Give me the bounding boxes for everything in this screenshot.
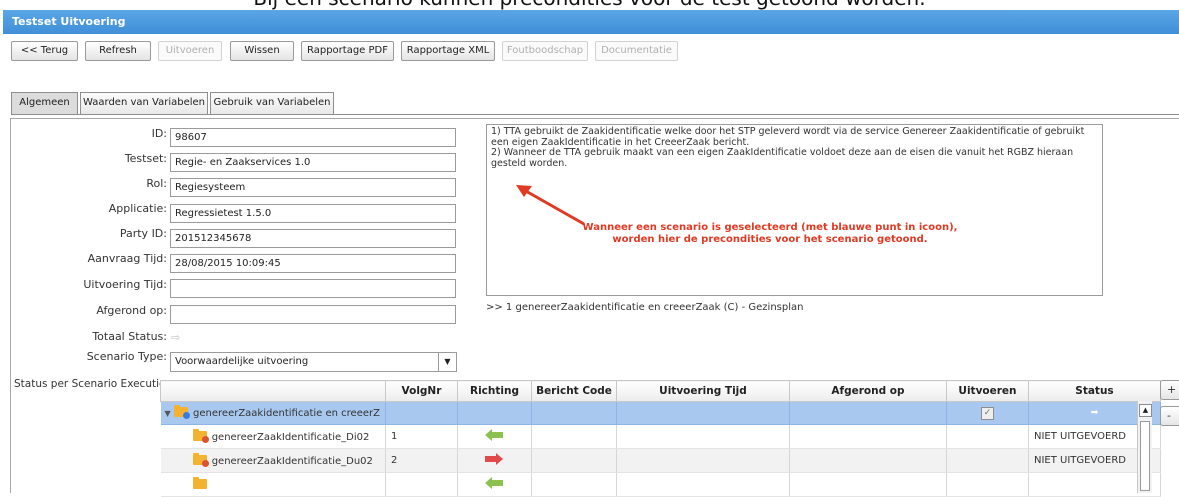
tab-waarden-van-variabelen[interactable]: Waarden van Variabelen <box>80 92 208 114</box>
totaal-status-label: Totaal Status: <box>92 330 167 343</box>
testset-field[interactable]: Regie- en Zaakservices 1.0 <box>170 153 456 172</box>
uitvoering-tijd-label: Uitvoering Tijd: <box>83 278 167 291</box>
rol-field[interactable]: Regiesysteem <box>170 178 456 197</box>
volgnr-cell: 1 <box>385 424 458 449</box>
outbound-arrow-icon <box>485 453 504 465</box>
aanvraag-tijd-field[interactable]: 28/08/2015 10:09:45 <box>170 254 456 273</box>
grid-scrollbar[interactable]: ▲ <box>1137 401 1152 493</box>
scenario-group-row[interactable]: ▼ genereerZaakidentificatie en creeerZ ✓… <box>160 401 1161 425</box>
scroll-up-icon[interactable]: ▲ <box>1139 404 1152 417</box>
col-header-status[interactable]: Status <box>1027 380 1161 402</box>
scenario-type-select[interactable]: Voorwaardelijke uitvoering ▼ <box>170 352 457 372</box>
scrollbar-thumb[interactable] <box>1140 421 1150 491</box>
rol-label: Rol: <box>146 177 167 190</box>
add-button[interactable]: + <box>1160 380 1179 400</box>
col-header-uitvoeren[interactable]: Uitvoeren <box>945 380 1029 402</box>
party-id-label: Party ID: <box>119 227 167 240</box>
message-folder-icon <box>192 452 209 467</box>
message-name: genereerZaakIdentificatie_Du02 <box>211 455 373 467</box>
message-name: genereerZaakIdentificatie_Di02 <box>211 431 370 443</box>
grid-header: VolgNr Richting Bericht Code Uitvoering … <box>160 380 1161 402</box>
arrow-right-outline-icon: ⇨ <box>171 331 181 344</box>
window-title: Testset Uitvoering <box>3 10 1179 34</box>
chevron-down-icon[interactable]: ▼ <box>438 353 456 371</box>
col-header-bericht-code[interactable]: Bericht Code <box>530 380 617 402</box>
documentation-button[interactable]: Documentatie <box>595 41 678 61</box>
annotation-text: Wanneer een scenario is geselecteerd (me… <box>540 222 1000 246</box>
message-folder-icon <box>192 476 207 489</box>
applicatie-label: Applicatie: <box>108 202 167 215</box>
tab-algemeen[interactable]: Algemeen <box>11 92 78 114</box>
remove-button[interactable]: - <box>1160 406 1179 426</box>
selected-scenario-label: >> 1 genereerZaakidentificatie en creeer… <box>486 302 804 313</box>
scenario-type-value: Voorwaardelijke uitvoering <box>175 356 309 367</box>
scenario-grid: VolgNr Richting Bericht Code Uitvoering … <box>160 380 1161 497</box>
party-id-field[interactable]: 201512345678 <box>170 229 456 248</box>
precondition-1: 1) TTA gebruikt de Zaakidentificatie wel… <box>491 126 1085 148</box>
uitvoeren-checkbox[interactable]: ✓ <box>980 406 994 420</box>
status-per-scenario-label: Status per Scenario Executie: <box>14 378 170 390</box>
caption-text: Bij een scenario kunnen precondities voo… <box>0 0 1179 10</box>
tab-gebruik-van-variabelen[interactable]: Gebruik van Variabelen <box>210 92 334 114</box>
col-header-richting[interactable]: Richting <box>456 380 532 402</box>
scenario-group-name: genereerZaakidentificatie en creeerZ <box>193 408 380 419</box>
col-header-name[interactable] <box>160 380 386 402</box>
report-pdf-button[interactable]: Rapportage PDF <box>301 41 394 61</box>
execute-button[interactable]: Uitvoeren <box>158 41 222 61</box>
col-header-volgnr[interactable]: VolgNr <box>384 380 458 402</box>
afgerond-op-field[interactable] <box>170 305 456 324</box>
inbound-arrow-icon <box>485 429 504 441</box>
table-row[interactable]: genereerZaakIdentificatie_Du02 2 NIET UI… <box>160 448 1161 473</box>
back-button[interactable]: << Terug <box>11 41 78 61</box>
precondition-2: 2) Wanneer de TTA gebruik maakt van een … <box>491 147 1074 169</box>
afgerond-op-label: Afgerond op: <box>96 304 167 317</box>
col-header-uitvoering-tijd[interactable]: Uitvoering Tijd <box>615 380 790 402</box>
error-message-button[interactable]: Foutboodschap <box>502 41 588 61</box>
id-field[interactable]: 98607 <box>170 128 456 147</box>
table-row[interactable]: genereerZaakIdentificatie_Di02 1 NIET UI… <box>160 424 1161 449</box>
col-header-afgerond-op[interactable]: Afgerond op <box>788 380 947 402</box>
report-xml-button[interactable]: Rapportage XML <box>401 41 495 61</box>
tab-divider <box>11 114 1179 115</box>
inbound-arrow-icon <box>485 477 504 489</box>
annotation-line-1: Wanneer een scenario is geselecteerd (me… <box>582 222 958 233</box>
message-folder-icon <box>192 428 209 443</box>
testset-label: Testset: <box>124 152 167 165</box>
aanvraag-tijd-label: Aanvraag Tijd: <box>87 252 167 265</box>
volgnr-cell: 2 <box>385 448 458 473</box>
uitvoering-tijd-field[interactable] <box>170 279 456 298</box>
id-label: ID: <box>151 127 167 140</box>
applicatie-field[interactable]: Regressietest 1.5.0 <box>170 204 456 223</box>
annotation-line-2: worden hier de precondities voor het sce… <box>612 234 928 245</box>
scenario-folder-icon <box>173 405 190 419</box>
refresh-button[interactable]: Refresh <box>85 41 151 61</box>
scenario-type-label: Scenario Type: <box>86 350 167 363</box>
expand-triangle-icon[interactable]: ▼ <box>165 409 171 418</box>
clear-button[interactable]: Wissen <box>230 41 294 61</box>
